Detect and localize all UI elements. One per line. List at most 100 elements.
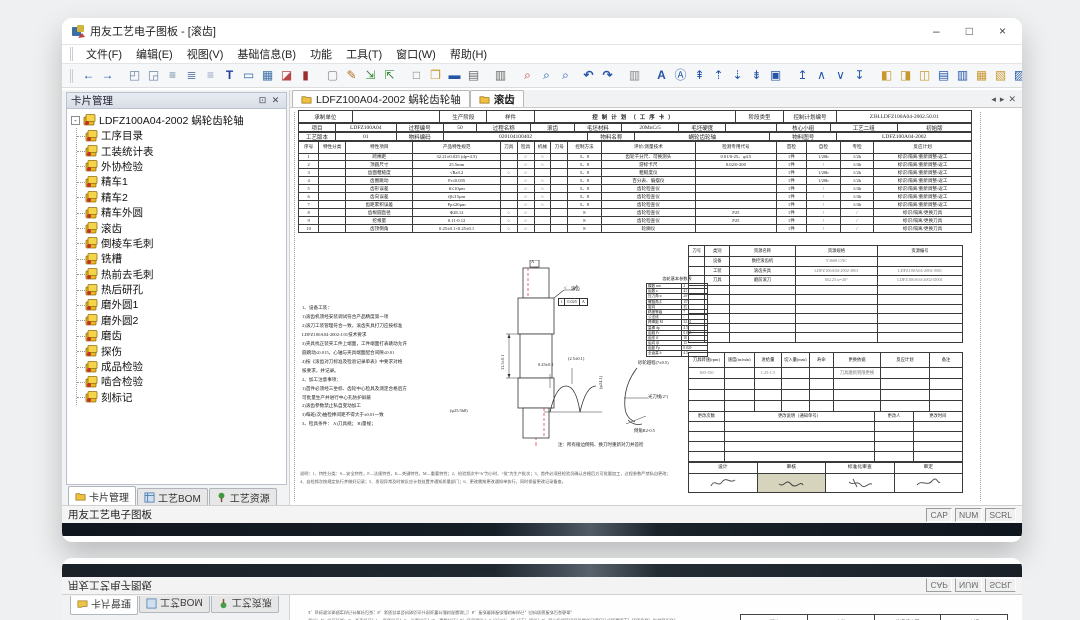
align-icon[interactable]: ∧: [813, 67, 830, 84]
menu-item[interactable]: 工具(T): [339, 44, 389, 64]
tree-item[interactable]: 外协检验: [77, 159, 286, 174]
menu-item[interactable]: 基础信息(B): [230, 44, 303, 64]
tab-label[interactable]: 卡片管理: [89, 489, 129, 504]
undo-redo-icon[interactable]: ↶: [580, 67, 597, 84]
annotate-icon[interactable]: ▣: [767, 67, 784, 84]
preview-icon[interactable]: ▥: [492, 67, 509, 84]
menu-item[interactable]: 窗口(W): [389, 44, 443, 64]
annotate-icon[interactable]: ⇣: [729, 67, 746, 84]
menu-item[interactable]: 帮助(H): [443, 44, 494, 64]
data-tool-icon[interactable]: ▧: [992, 67, 1009, 84]
edit-tool-icon[interactable]: ✎: [343, 67, 360, 84]
nav-arrow-icon[interactable]: →: [99, 67, 116, 84]
undo-redo-icon[interactable]: ↷: [599, 67, 616, 84]
zoom-icon[interactable]: ⌕: [519, 67, 536, 84]
tree-item[interactable]: 精车外圆: [77, 205, 286, 220]
tree-item[interactable]: 刻标记: [77, 390, 286, 405]
annotate-icon[interactable]: A: [653, 67, 670, 84]
edit-tool-icon[interactable]: ⇲: [362, 67, 379, 84]
tab-process-bom[interactable]: 工艺BOM: [137, 488, 208, 505]
menu-item[interactable]: 视图(V): [180, 44, 231, 64]
tab-label[interactable]: 工艺资源: [230, 490, 270, 505]
annotate-icon[interactable]: ⇟: [748, 67, 765, 84]
annotate-icon[interactable]: ⇡: [710, 67, 727, 84]
draw-tool-icon[interactable]: T: [221, 67, 238, 84]
clipboard-icon[interactable]: ▥: [626, 67, 643, 84]
data-tool-icon[interactable]: ▦: [973, 67, 990, 84]
collapse-icon[interactable]: -: [71, 116, 80, 125]
tree-item-label[interactable]: 精车2: [101, 190, 128, 205]
tree-item[interactable]: 精车2: [77, 190, 286, 205]
draw-tool-icon[interactable]: ▦: [259, 67, 276, 84]
annotate-icon[interactable]: Ⓐ: [672, 67, 689, 84]
tree-root-label[interactable]: LDFZ100A04-2002 蜗轮齿轮轴: [99, 113, 244, 128]
file-tool-icon[interactable]: ▤: [465, 67, 482, 84]
file-tool-icon[interactable]: □: [408, 67, 425, 84]
tree-item[interactable]: 倒棱车毛刺: [77, 236, 286, 251]
tree-item-label[interactable]: 倒棱车毛刺: [101, 236, 154, 251]
data-tool-icon[interactable]: ◧: [878, 67, 895, 84]
tree-item[interactable]: 工装统计表: [77, 143, 286, 158]
tree-item-label[interactable]: 啮合检验: [101, 374, 143, 389]
tree-item-label[interactable]: 精车1: [101, 174, 128, 189]
tree-item[interactable]: 热后研孔: [77, 282, 286, 297]
tree-item-label[interactable]: 工装统计表: [101, 144, 154, 159]
tree-item[interactable]: 磨齿: [77, 328, 286, 343]
menu-item[interactable]: 编辑(E): [129, 44, 180, 64]
tree-item[interactable]: 滚齿: [77, 220, 286, 235]
close-button[interactable]: ×: [999, 25, 1006, 37]
tree-item[interactable]: 啮合检验: [77, 374, 286, 389]
draw-tool-icon[interactable]: ≡: [164, 67, 181, 84]
file-tool-icon[interactable]: ❒: [427, 67, 444, 84]
tree-item[interactable]: 成品检验: [77, 359, 286, 374]
tab-process-resource[interactable]: 工艺资源: [209, 488, 277, 505]
tree-item[interactable]: 精车1: [77, 174, 286, 189]
tree-item-label[interactable]: 刻标记: [101, 390, 133, 405]
tree-item-label[interactable]: 热前去毛刺: [101, 267, 154, 282]
tab-prev-icon[interactable]: ◂: [991, 94, 996, 105]
tree-item-label[interactable]: 热后研孔: [101, 282, 143, 297]
align-icon[interactable]: ↥: [794, 67, 811, 84]
tree-item-label[interactable]: 探伤: [101, 344, 122, 359]
tree-item-label[interactable]: 磨外圆2: [101, 313, 138, 328]
tab-label[interactable]: 滚齿: [494, 92, 515, 107]
tree-item[interactable]: 工序目录: [77, 128, 286, 143]
maximize-button[interactable]: □: [966, 25, 973, 37]
nav-arrow-icon[interactable]: ←: [80, 67, 97, 84]
tree-root[interactable]: - LDFZ100A04-2002 蜗轮齿轮轴: [71, 112, 286, 128]
align-icon[interactable]: ∨: [832, 67, 849, 84]
file-tool-icon[interactable]: ▬: [446, 67, 463, 84]
tree-item-label[interactable]: 外协检验: [101, 159, 143, 174]
draw-tool-icon[interactable]: ▮: [297, 67, 314, 84]
menu-item[interactable]: 文件(F): [79, 44, 129, 64]
menu-item[interactable]: 功能: [303, 44, 339, 64]
minimize-button[interactable]: –: [933, 25, 940, 37]
draw-tool-icon[interactable]: ◲: [145, 67, 162, 84]
data-tool-icon[interactable]: ▥: [954, 67, 971, 84]
tree-item[interactable]: 探伤: [77, 343, 286, 358]
tree-item[interactable]: 热前去毛刺: [77, 267, 286, 282]
tree-item-label[interactable]: 精车外圆: [101, 205, 143, 220]
tab-label[interactable]: 工艺BOM: [158, 490, 201, 505]
tree-item-label[interactable]: 滚齿: [101, 221, 122, 236]
tree-item-label[interactable]: 铣槽: [101, 251, 122, 266]
tree-item-label[interactable]: 工序目录: [101, 128, 143, 143]
zoom-icon[interactable]: ⌕: [557, 67, 574, 84]
annotate-icon[interactable]: ⇞: [691, 67, 708, 84]
draw-tool-icon[interactable]: ▭: [240, 67, 257, 84]
tree-item-label[interactable]: 磨齿: [101, 328, 122, 343]
tab-label[interactable]: LDFZ100A04-2002 蜗轮齿轮轴: [316, 92, 461, 107]
pin-icon[interactable]: ⊡: [256, 95, 269, 106]
draw-tool-icon[interactable]: ≣: [183, 67, 200, 84]
tab-close-icon[interactable]: ✕: [1008, 94, 1016, 105]
tree-item-label[interactable]: 磨外圆1: [101, 297, 138, 312]
tree-item[interactable]: 磨外圆2: [77, 313, 286, 328]
data-tool-icon[interactable]: ▨: [1011, 67, 1022, 84]
data-tool-icon[interactable]: ◫: [916, 67, 933, 84]
draw-tool-icon[interactable]: ≡: [202, 67, 219, 84]
tree-item-label[interactable]: 成品检验: [101, 359, 143, 374]
draw-tool-icon[interactable]: ◰: [126, 67, 143, 84]
align-icon[interactable]: ↧: [851, 67, 868, 84]
edit-tool-icon[interactable]: ▢: [324, 67, 341, 84]
draw-tool-icon[interactable]: ◪: [278, 67, 295, 84]
